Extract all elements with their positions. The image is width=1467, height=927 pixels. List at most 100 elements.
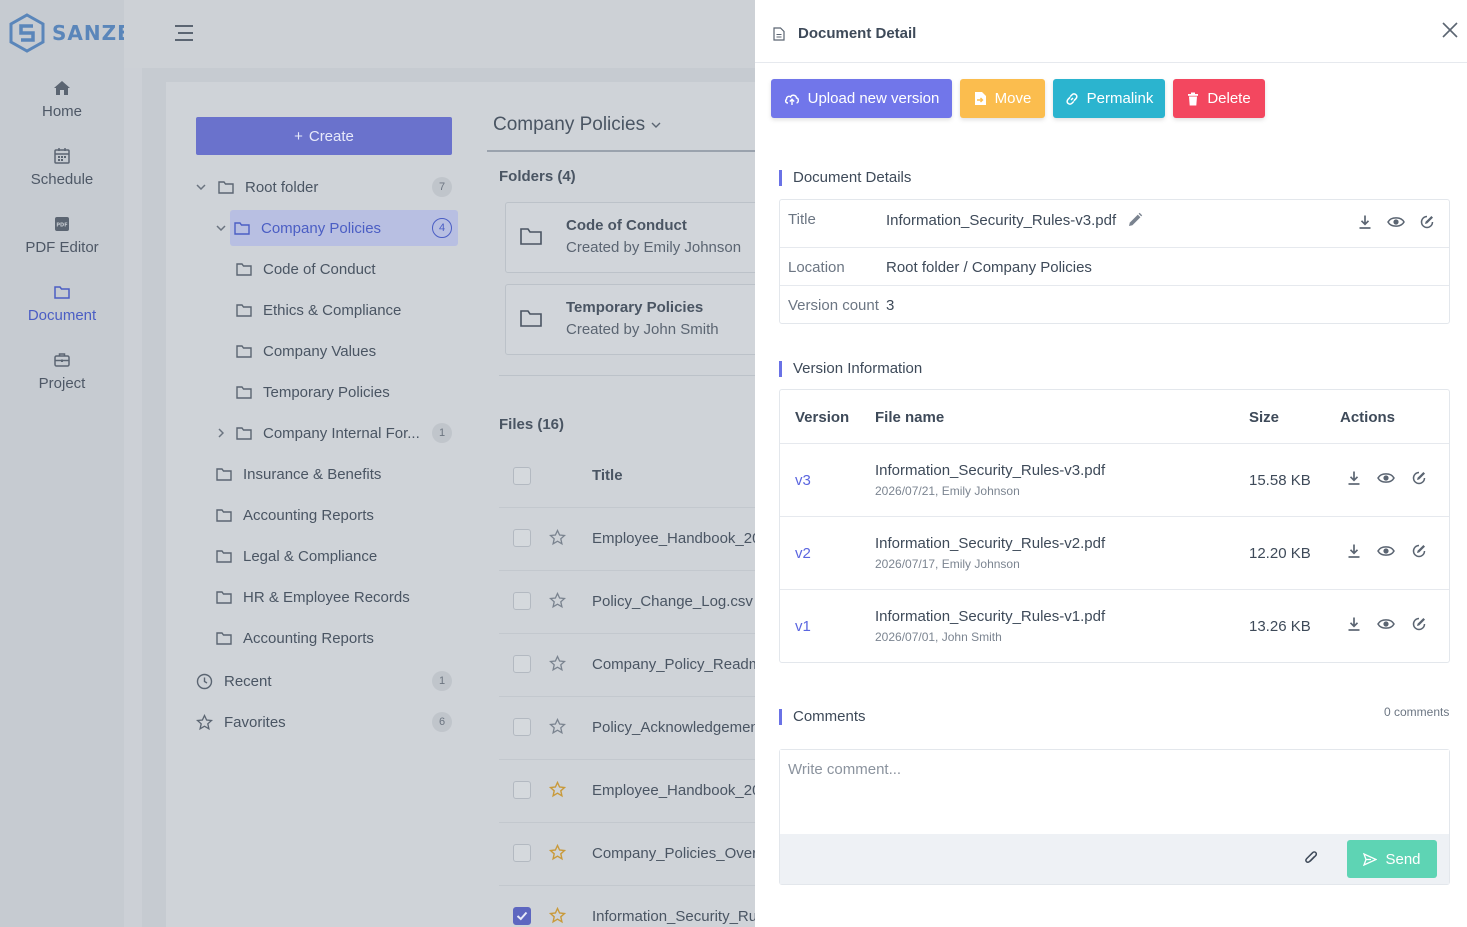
row-checkbox[interactable] — [513, 844, 531, 862]
star-icon[interactable] — [549, 592, 566, 609]
column-header-actions: Actions — [1340, 409, 1396, 426]
file-row[interactable]: Policy_Change_Log.csv — [499, 571, 759, 634]
tree-item-insurance-benefits[interactable]: Insurance & Benefits — [216, 456, 381, 492]
tree-label: Root folder — [245, 178, 319, 196]
folder-card[interactable]: Code of Conduct Created by Emily Johnson — [505, 202, 765, 273]
delete-button[interactable]: Delete — [1173, 79, 1265, 118]
tree-label: Accounting Reports — [243, 506, 374, 524]
download-icon[interactable] — [1357, 214, 1373, 230]
eye-icon[interactable] — [1377, 617, 1395, 631]
tree-item-code-of-conduct[interactable]: Code of Conduct — [236, 251, 376, 287]
edit-circle-icon[interactable] — [1411, 470, 1427, 486]
eye-icon[interactable] — [1387, 215, 1405, 229]
version-link[interactable]: v1 — [795, 618, 811, 635]
detail-label: Version count — [788, 297, 879, 314]
file-row[interactable]: Employee_Handbook_20 — [499, 508, 760, 571]
file-row[interactable]: Policy_Acknowledgemen — [499, 697, 759, 760]
folder-title-dropdown[interactable]: Company Policies — [493, 114, 661, 136]
row-divider — [780, 285, 1449, 286]
chevron-down-icon[interactable] — [214, 225, 228, 231]
edit-circle-icon[interactable] — [1411, 543, 1427, 559]
nav-label: Schedule — [30, 171, 94, 188]
star-icon[interactable] — [549, 781, 566, 798]
download-icon[interactable] — [1346, 470, 1362, 486]
permalink-button[interactable]: Permalink — [1053, 79, 1165, 118]
document-details-box: Title Information_Security_Rules-v3.pdf … — [779, 199, 1450, 324]
left-nav: SANZE Home Schedule PDF PDF Editor Docum… — [0, 0, 131, 927]
tree-item-legal-compliance[interactable]: Legal & Compliance — [216, 538, 377, 574]
version-meta: 2026/07/01, John Smith — [875, 630, 1002, 644]
upload-label: Upload new version — [807, 90, 940, 107]
folder-creator: Created by John Smith — [566, 321, 719, 338]
edit-circle-icon[interactable] — [1411, 616, 1427, 632]
nav-home[interactable]: Home — [0, 79, 124, 120]
file-row[interactable]: Information_Security_Rul — [499, 886, 760, 927]
star-icon[interactable] — [549, 907, 566, 924]
top-bar — [124, 0, 764, 68]
star-icon[interactable] — [549, 718, 566, 735]
folder-icon — [216, 467, 234, 481]
tree-item-company-policies[interactable]: Company Policies 4 — [216, 210, 458, 246]
download-icon[interactable] — [1346, 543, 1362, 559]
version-meta: 2026/07/17, Emily Johnson — [875, 557, 1020, 571]
file-row[interactable]: Company_Policies_Overv — [499, 823, 765, 886]
row-divider — [780, 589, 1449, 590]
version-link[interactable]: v2 — [795, 545, 811, 562]
tree-item-favorites[interactable]: Favorites 6 — [196, 704, 452, 740]
download-icon[interactable] — [1346, 616, 1362, 632]
row-divider — [780, 516, 1449, 517]
row-checkbox[interactable] — [513, 529, 531, 547]
chevron-right-icon[interactable] — [214, 428, 228, 438]
folder-card[interactable]: Temporary Policies Created by John Smith — [505, 284, 765, 355]
chevron-down-icon[interactable] — [194, 184, 208, 190]
tree-item-accounting-reports-2[interactable]: Accounting Reports — [216, 620, 374, 656]
brand-logo[interactable]: SANZE — [8, 13, 132, 53]
nav-pdf-editor[interactable]: PDF PDF Editor — [0, 215, 124, 256]
trash-icon — [1187, 92, 1199, 106]
eye-icon[interactable] — [1377, 471, 1395, 485]
move-button[interactable]: Move — [960, 79, 1045, 118]
nav-project[interactable]: Project — [0, 351, 124, 392]
edit-circle-icon[interactable] — [1419, 214, 1435, 230]
close-icon[interactable] — [1441, 21, 1459, 39]
version-link[interactable]: v3 — [795, 472, 811, 489]
upload-new-version-button[interactable]: Upload new version — [771, 79, 952, 118]
row-checkbox[interactable] — [513, 781, 531, 799]
star-icon[interactable] — [549, 655, 566, 672]
nav-document[interactable]: Document — [0, 283, 124, 324]
send-button[interactable]: Send — [1347, 840, 1437, 878]
folder-icon — [236, 262, 254, 276]
tree-item-recent[interactable]: Recent 1 — [196, 663, 452, 699]
folder-icon — [236, 385, 254, 399]
file-row[interactable]: Employee_Handbook_20 — [499, 760, 760, 823]
count-badge: 7 — [432, 177, 452, 197]
tree-item-root-folder[interactable]: Root folder 7 — [194, 169, 452, 205]
row-checkbox[interactable] — [513, 718, 531, 736]
tree-item-temporary-policies[interactable]: Temporary Policies — [236, 374, 390, 410]
tree-item-company-internal[interactable]: Company Internal For... 1 — [214, 415, 452, 451]
comment-input[interactable] — [780, 750, 1449, 834]
paperclip-icon[interactable] — [1304, 850, 1318, 866]
folder-icon — [236, 426, 254, 440]
eye-icon[interactable] — [1377, 544, 1395, 558]
pencil-edit-icon[interactable] — [1127, 212, 1143, 228]
tree-label: Code of Conduct — [263, 260, 376, 278]
star-icon[interactable] — [549, 844, 566, 861]
location-value: Root folder / Company Policies — [886, 259, 1092, 276]
row-checkbox[interactable] — [513, 907, 531, 925]
tree-item-accounting-reports[interactable]: Accounting Reports — [216, 497, 374, 533]
file-row[interactable]: Company_Policy_Readme — [499, 634, 770, 697]
nav-schedule[interactable]: Schedule — [0, 147, 124, 188]
select-all-checkbox[interactable] — [513, 467, 531, 485]
row-checkbox[interactable] — [513, 592, 531, 610]
row-checkbox[interactable] — [513, 655, 531, 673]
tree-item-hr-records[interactable]: HR & Employee Records — [216, 579, 410, 615]
count-badge: 1 — [432, 423, 452, 443]
hamburger-menu-icon[interactable] — [174, 24, 194, 42]
version-meta: 2026/07/21, Emily Johnson — [875, 484, 1020, 498]
tree-item-company-values[interactable]: Company Values — [236, 333, 376, 369]
star-icon[interactable] — [549, 529, 566, 546]
chevron-down-icon — [651, 122, 661, 128]
tree-item-ethics-compliance[interactable]: Ethics & Compliance — [236, 292, 401, 328]
create-button[interactable]: + Create — [196, 117, 452, 155]
